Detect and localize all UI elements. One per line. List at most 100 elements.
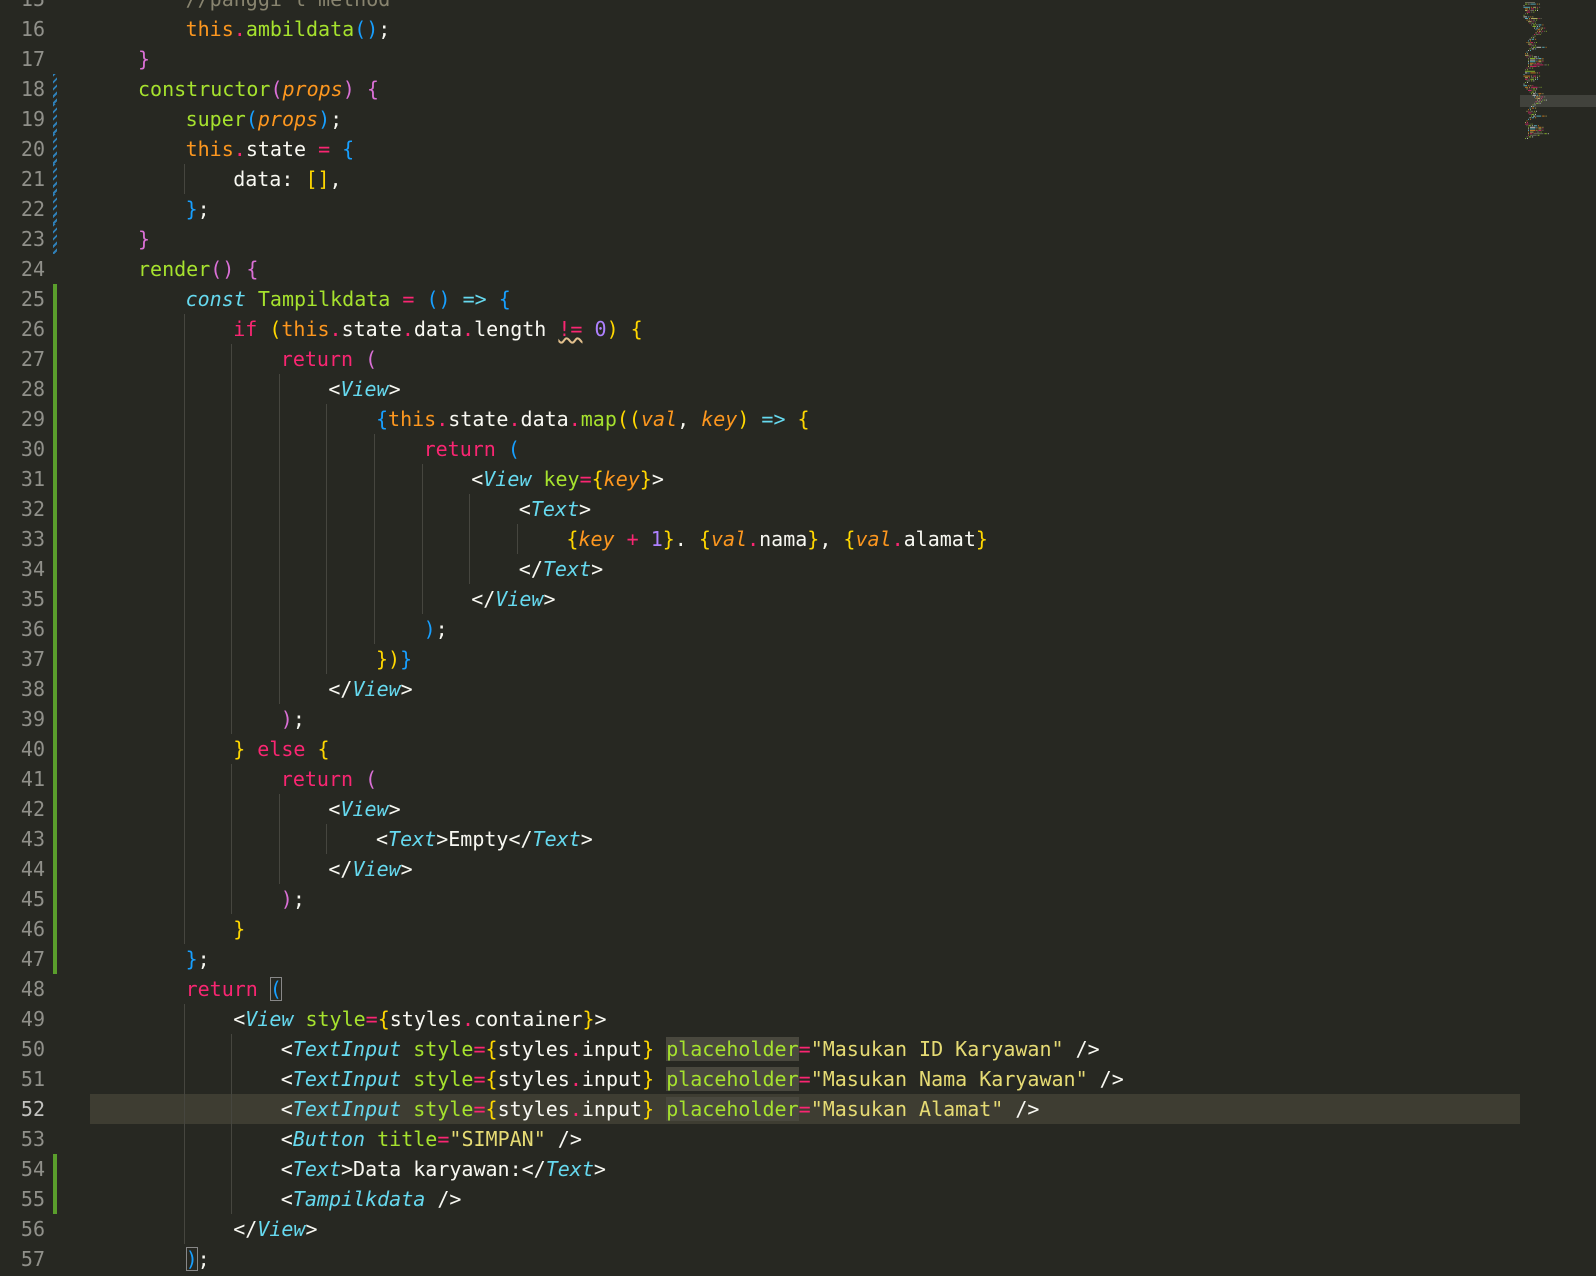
code-text[interactable]: );	[281, 704, 305, 734]
gutter-modified-marker[interactable]	[53, 674, 57, 704]
line-number[interactable]: 23	[0, 224, 45, 254]
code-text[interactable]: {this.state.data.map((val, key) => {	[376, 404, 810, 434]
code-text[interactable]: );	[281, 884, 305, 914]
code-line[interactable]: 15 //panggi`l method	[0, 0, 1520, 14]
line-number[interactable]: 21	[0, 164, 45, 194]
line-number[interactable]: 38	[0, 674, 45, 704]
gutter-modified-marker[interactable]	[53, 944, 57, 974]
line-number[interactable]: 25	[0, 284, 45, 314]
code-line[interactable]: 48 return (	[0, 974, 1520, 1004]
code-text[interactable]: this.state = {	[186, 134, 355, 164]
line-number[interactable]: 51	[0, 1064, 45, 1094]
gutter-modified-marker[interactable]	[53, 524, 57, 554]
line-number[interactable]: 43	[0, 824, 45, 854]
code-text[interactable]: <View>	[328, 374, 400, 404]
code-line[interactable]: 51 <TextInput style={styles.input} placeh…	[0, 1064, 1520, 1094]
code-lines[interactable]: 15 //panggi`l method16this.ambildata();17…	[0, 0, 1520, 1274]
code-line[interactable]: 23}	[0, 224, 1520, 254]
code-line[interactable]: 35 </View>	[0, 584, 1520, 614]
line-number[interactable]: 39	[0, 704, 45, 734]
line-number[interactable]: 41	[0, 764, 45, 794]
gutter-modified-marker[interactable]	[53, 854, 57, 884]
line-number[interactable]: 22	[0, 194, 45, 224]
gutter-changed-marker[interactable]	[53, 104, 57, 134]
code-line[interactable]: 33 {key + 1}. {val.nama}, {val.alamat}	[0, 524, 1520, 554]
code-text[interactable]: return (	[281, 344, 377, 374]
code-text[interactable]: </View>	[328, 674, 412, 704]
code-text[interactable]: }	[138, 44, 150, 74]
code-text[interactable]: })}	[376, 644, 412, 674]
line-number[interactable]: 15	[0, 0, 45, 14]
gutter-modified-marker[interactable]	[53, 914, 57, 944]
line-number[interactable]: 28	[0, 374, 45, 404]
line-number[interactable]: 27	[0, 344, 45, 374]
code-text[interactable]: </Text>	[519, 554, 603, 584]
code-line[interactable]: 38 </View>	[0, 674, 1520, 704]
code-text[interactable]: };	[186, 944, 210, 974]
code-text[interactable]: {key + 1}. {val.nama}, {val.alamat}	[566, 524, 988, 554]
gutter-modified-marker[interactable]	[53, 584, 57, 614]
code-text[interactable]: <View style={styles.container}>	[233, 1004, 606, 1034]
line-number[interactable]: 53	[0, 1124, 45, 1154]
gutter-modified-marker[interactable]	[53, 884, 57, 914]
line-number[interactable]: 52	[0, 1094, 45, 1124]
code-text[interactable]: </View>	[328, 854, 412, 884]
code-text[interactable]: <View key={key}>	[471, 464, 664, 494]
code-text[interactable]: }	[138, 224, 150, 254]
code-line[interactable]: 56 </View>	[0, 1214, 1520, 1244]
gutter-changed-marker[interactable]	[53, 224, 57, 254]
code-line[interactable]: 54 <Text>Data karyawan:</Text>	[0, 1154, 1520, 1184]
code-line[interactable]: 49 <View style={styles.container}>	[0, 1004, 1520, 1034]
code-line[interactable]: 55 <Tampilkdata />	[0, 1184, 1520, 1214]
code-text[interactable]: constructor(props) {	[138, 74, 379, 104]
line-number[interactable]: 16	[0, 14, 45, 44]
code-line[interactable]: 41 return (	[0, 764, 1520, 794]
code-line[interactable]: 50 <TextInput style={styles.input} placeh…	[0, 1034, 1520, 1064]
gutter-modified-marker[interactable]	[53, 614, 57, 644]
code-text[interactable]: <Text>	[519, 494, 591, 524]
code-line[interactable]: 44 </View>	[0, 854, 1520, 884]
line-number[interactable]: 56	[0, 1214, 45, 1244]
code-text[interactable]: //panggi`l method	[186, 0, 391, 14]
code-line[interactable]: 29 {this.state.data.map((val, key) => {	[0, 404, 1520, 434]
code-line[interactable]: 16 this.ambildata();	[0, 14, 1520, 44]
code-line[interactable]: 36);	[0, 614, 1520, 644]
code-line[interactable]: 31 <View key={key}>	[0, 464, 1520, 494]
code-line[interactable]: 43 <Text>Empty</Text>	[0, 824, 1520, 854]
code-line[interactable]: 19 super(props);	[0, 104, 1520, 134]
gutter-modified-marker[interactable]	[53, 374, 57, 404]
minimap[interactable]	[1520, 0, 1596, 1276]
code-line[interactable]: 57);	[0, 1244, 1520, 1274]
code-line[interactable]: 32 <Text>	[0, 494, 1520, 524]
line-number[interactable]: 20	[0, 134, 45, 164]
gutter-modified-marker[interactable]	[53, 404, 57, 434]
code-line[interactable]: 18 constructor(props) {	[0, 74, 1520, 104]
line-number[interactable]: 47	[0, 944, 45, 974]
line-number[interactable]: 42	[0, 794, 45, 824]
code-text[interactable]: } else {	[233, 734, 329, 764]
line-number[interactable]: 46	[0, 914, 45, 944]
code-line[interactable]: 20 this.state = {	[0, 134, 1520, 164]
code-line[interactable]: 27 return (	[0, 344, 1520, 374]
gutter-modified-marker[interactable]	[53, 554, 57, 584]
line-number[interactable]: 44	[0, 854, 45, 884]
line-number[interactable]: 17	[0, 44, 45, 74]
code-text[interactable]: }	[233, 914, 245, 944]
code-text[interactable]: <View>	[328, 794, 400, 824]
line-number[interactable]: 26	[0, 314, 45, 344]
gutter-changed-marker[interactable]	[53, 134, 57, 164]
gutter-modified-marker[interactable]	[53, 284, 57, 314]
code-text[interactable]: <Text>Data karyawan:</Text>	[281, 1154, 606, 1184]
code-text[interactable]: return (	[424, 434, 520, 464]
code-line[interactable]: 24 render() {	[0, 254, 1520, 284]
code-line[interactable]: 17}	[0, 44, 1520, 74]
code-text[interactable]: return (	[281, 764, 377, 794]
code-text[interactable]: <TextInput style={styles.input} placehol…	[281, 1094, 1039, 1124]
code-line[interactable]: 22};	[0, 194, 1520, 224]
line-number[interactable]: 34	[0, 554, 45, 584]
code-line[interactable]: 25 const Tampilkdata = () => {	[0, 284, 1520, 314]
code-line[interactable]: 46}	[0, 914, 1520, 944]
gutter-modified-marker[interactable]	[53, 464, 57, 494]
code-text[interactable]: data: [],	[233, 164, 341, 194]
gutter-modified-marker[interactable]	[53, 704, 57, 734]
